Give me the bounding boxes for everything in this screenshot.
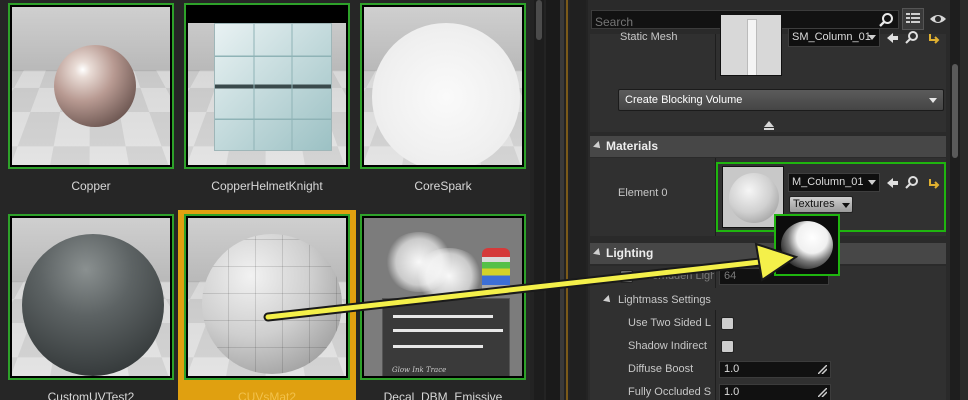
grid-view-button[interactable] [902, 8, 924, 30]
asset-label: CustomUVTest2 [47, 390, 135, 400]
textures-label: Textures [793, 198, 835, 210]
asset-label: CopperHelmetKnight [211, 179, 323, 193]
asset-thumbnail[interactable]: Glow Ink Trace [360, 214, 526, 380]
overridden-lightmap-checkbox[interactable] [620, 270, 633, 283]
reset-arrow-icon[interactable] [926, 30, 942, 46]
create-blocking-volume-label: Create Blocking Volume [625, 94, 743, 106]
lighting-category-header[interactable]: Lighting [590, 243, 946, 264]
splitter[interactable] [570, 0, 586, 400]
drag-preview-thumbnail [774, 214, 840, 276]
lightmass-settings-label[interactable]: Lightmass Settings [603, 294, 711, 306]
expand-triangle-icon [593, 141, 603, 151]
material-sphere-preview [202, 234, 342, 374]
fully-occluded-label: Fully Occluded S [628, 386, 712, 398]
diffuse-boost-label: Diffuse Boost [628, 363, 694, 375]
column-divider [715, 310, 716, 400]
expand-triangle-icon [603, 295, 613, 305]
expand-triangle-icon [593, 248, 603, 258]
content-browser: Copper CopperHelmetKnight CoreSpark Cust… [0, 0, 530, 400]
asset-label: Copper [71, 179, 111, 193]
asset-thumbnail[interactable] [8, 214, 174, 380]
asset-label: Decal_DBM_Emissive [383, 390, 503, 400]
materials-header-label: Materials [606, 139, 659, 153]
use-two-sided-label: Use Two Sided L [628, 317, 711, 329]
material-combo[interactable]: M_Column_01 [788, 173, 880, 192]
overridden-lightmap-label: Overridden Ligh [638, 270, 714, 282]
material-value: M_Column_01 [792, 176, 864, 188]
diffuse-boost-value: 1.0 [724, 363, 740, 375]
asset-thumbnail[interactable] [184, 214, 350, 380]
material-sphere-preview [372, 23, 520, 165]
column-divider [715, 34, 716, 80]
lightmass-settings-text: Lightmass Settings [618, 294, 711, 306]
panel-divider [560, 0, 564, 400]
static-mesh-label: Static Mesh [620, 31, 678, 43]
element-0-label: Element 0 [618, 187, 668, 199]
lighting-rows [590, 266, 946, 400]
reset-arrow-icon[interactable] [926, 175, 942, 191]
panel-gap [546, 0, 560, 400]
create-blocking-volume-dropdown[interactable]: Create Blocking Volume [618, 89, 944, 111]
asset-thumbnail[interactable] [360, 3, 526, 169]
drag-handle-icon[interactable] [818, 388, 827, 397]
lighting-header-label: Lighting [606, 246, 654, 260]
asset-thumbnail[interactable] [8, 3, 174, 169]
static-mesh-combo[interactable]: SM_Column_01 [788, 28, 880, 47]
editor-window: Copper CopperHelmetKnight CoreSpark Cust… [0, 0, 968, 400]
details-scrollbar[interactable] [950, 0, 960, 400]
details-panel: Static Mesh SM_Column_01 Create Blocking… [588, 0, 968, 400]
material-sphere-preview [54, 45, 136, 127]
use-two-sided-checkbox[interactable] [721, 317, 734, 330]
color-swatch-preview [482, 248, 510, 294]
scrollbar-thumb[interactable] [536, 0, 542, 40]
search-icon[interactable] [878, 12, 894, 28]
shadow-indirect-checkbox[interactable] [721, 340, 734, 353]
asset-label: CoreSpark [414, 179, 472, 193]
decal-caption: Glow Ink Trace [392, 366, 447, 374]
browse-magnifier-icon[interactable] [904, 30, 920, 46]
diffuse-boost-field[interactable]: 1.0 [719, 361, 831, 378]
collapse-advanced-icon[interactable] [764, 121, 774, 130]
static-mesh-thumbnail[interactable] [720, 14, 782, 76]
panel-divider-accent [566, 0, 568, 400]
shadow-indirect-label: Shadow Indirect [628, 340, 707, 352]
textures-dropdown[interactable]: Textures [789, 196, 853, 213]
decal-preview [382, 298, 510, 376]
materials-category-header[interactable]: Materials [590, 136, 946, 157]
grid-view-icon [906, 13, 920, 23]
chevron-down-icon [842, 203, 850, 208]
static-mesh-value: SM_Column_01 [792, 31, 871, 43]
fully-occluded-field[interactable]: 1.0 [719, 384, 831, 400]
asset-thumbnail[interactable] [184, 3, 350, 169]
material-sphere-preview [22, 234, 164, 376]
column-divider [715, 266, 716, 288]
use-selected-arrow-icon[interactable] [884, 30, 900, 46]
use-selected-arrow-icon[interactable] [884, 175, 900, 191]
fully-occluded-value: 1.0 [724, 386, 740, 398]
overridden-lightmap-value: 64 [724, 270, 737, 282]
scrollbar-thumb[interactable] [952, 64, 958, 158]
browse-magnifier-icon[interactable] [904, 175, 920, 191]
drag-handle-icon[interactable] [818, 365, 827, 374]
chevron-down-icon [929, 98, 937, 103]
asset-label: CUVsMat2 [237, 390, 296, 400]
content-browser-scrollbar[interactable] [534, 0, 544, 400]
tiled-panel-preview [214, 23, 332, 151]
chevron-down-icon [868, 35, 876, 40]
chevron-down-icon [868, 180, 876, 185]
